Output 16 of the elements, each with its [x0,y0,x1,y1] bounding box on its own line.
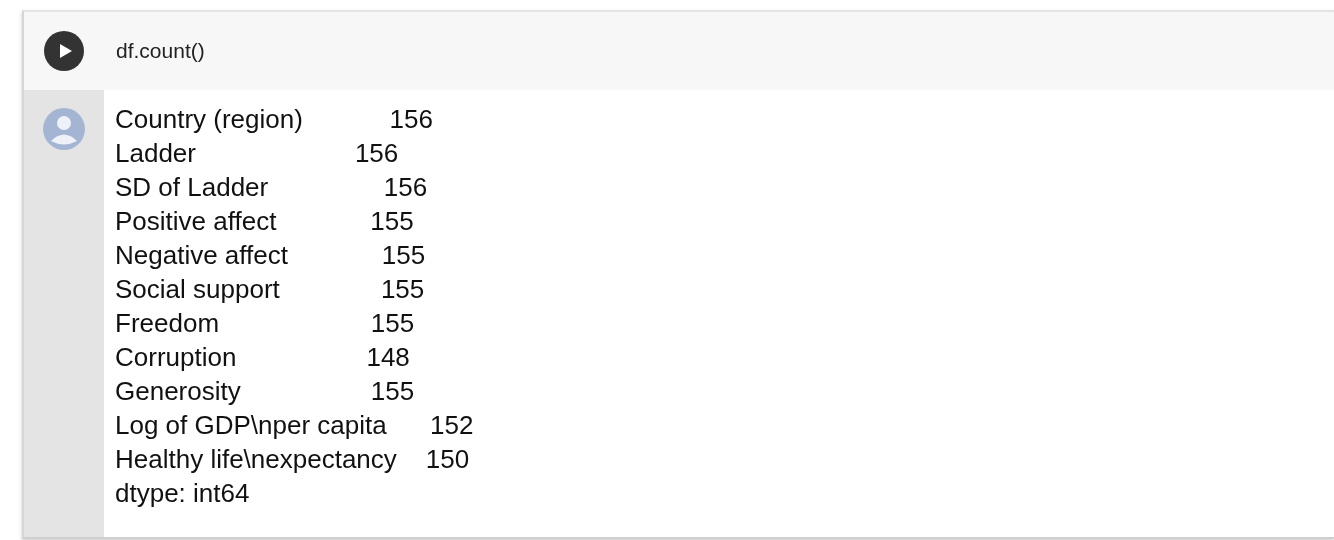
code-text: df.count() [115,39,205,63]
output-line: Negative affect 155 [115,239,426,272]
output-line: SD of Ladder 156 [115,171,428,204]
output-line: Country (region) 156 [115,103,433,136]
output-line: Ladder 156 [115,137,399,170]
output-line: Corruption 148 [115,341,410,374]
play-icon [59,43,73,59]
output-line: dtype: int64 [115,477,250,510]
output-line: Positive affect 155 [115,205,414,238]
run-button[interactable] [44,31,84,71]
output-line: Freedom 155 [115,307,415,340]
output-line: Log of GDP\nper capita 152 [115,409,474,442]
avatar-icon [43,108,85,150]
output-line: Social support 155 [115,273,425,306]
output-line: Generosity 155 [115,375,415,408]
output-line: Healthy life\nexpectancy 150 [115,443,470,476]
